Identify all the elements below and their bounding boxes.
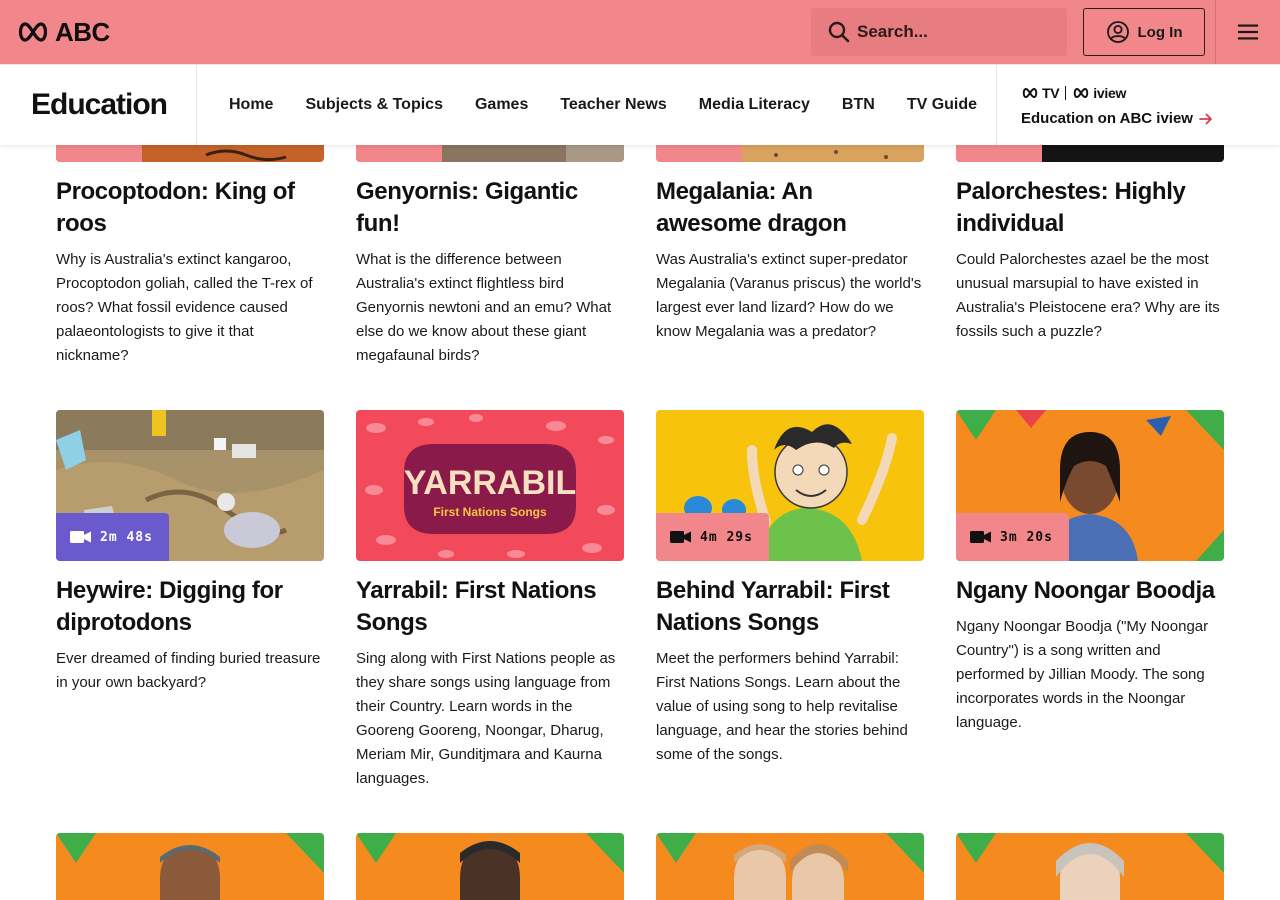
yarrabil-art-title: YARRABIL: [404, 464, 577, 502]
search-input[interactable]: [855, 21, 1059, 43]
log-in-button[interactable]: Log In: [1083, 8, 1205, 56]
card-thumbnail-partial[interactable]: [356, 145, 624, 162]
resource-card: Genyornis: Gigantic fun! What is the dif…: [356, 176, 624, 368]
search-icon: [828, 21, 850, 43]
duration-badge-partial: [56, 145, 142, 162]
resource-card: Procoptodon: King of roos Why is Austral…: [56, 176, 324, 368]
abc-tv-label: TV: [1042, 85, 1060, 101]
user-icon: [1106, 21, 1129, 43]
nav-links: Home Subjects & Topics Games Teacher New…: [213, 65, 993, 145]
menu-button[interactable]: [1232, 20, 1264, 44]
abc-iview-label: iview: [1093, 85, 1127, 101]
abc-wordmark: ABC: [55, 17, 110, 47]
resource-card: YARRABIL First Nations Songs Yarrabil: F…: [356, 410, 624, 791]
card-title[interactable]: Yarrabil: First Nations Songs: [356, 575, 624, 639]
duration-badge-partial: [656, 145, 742, 162]
card-title[interactable]: Behind Yarrabil: First Nations Songs: [656, 575, 924, 639]
nav-link-btn[interactable]: BTN: [826, 95, 891, 115]
card-thumbnail[interactable]: 3m 20s: [956, 410, 1224, 561]
duration-label: 4m 29s: [700, 529, 753, 545]
education-section-nav: Education Home Subjects & Topics Games T…: [0, 64, 1280, 145]
abc-lissajous-icon: [18, 22, 48, 42]
presenter-portrait: [356, 833, 624, 900]
resource-card: 2m 48s Heywire: Digging for diprotodons …: [56, 410, 324, 695]
presenters-portrait: [656, 833, 924, 900]
card-thumbnail-partial[interactable]: [656, 145, 924, 162]
card-description: Why is Australia's extinct kangaroo, Pro…: [56, 251, 313, 364]
nav-link-games[interactable]: Games: [459, 95, 544, 115]
hamburger-menu-icon: [1238, 24, 1258, 40]
video-camera-icon: [70, 531, 91, 543]
nav-link-subjects-topics[interactable]: Subjects & Topics: [289, 95, 459, 115]
card-thumbnail[interactable]: [956, 833, 1224, 900]
card-title[interactable]: Ngany Noongar Boodja: [956, 575, 1224, 607]
search-box[interactable]: [811, 8, 1067, 56]
resource-card: Palorchestes: Highly individual Could Pa…: [956, 176, 1224, 344]
card-thumbnail[interactable]: 2m 48s: [56, 410, 324, 561]
duration-label: 3m 20s: [1000, 529, 1053, 545]
card-thumbnail-partial[interactable]: [56, 145, 324, 162]
nav-link-media-literacy[interactable]: Media Literacy: [683, 95, 826, 115]
card-thumbnail-partial[interactable]: [956, 145, 1224, 162]
nav-link-tv-guide[interactable]: TV Guide: [891, 95, 993, 115]
logo-separator: [1065, 86, 1067, 100]
duration-badge: 4m 29s: [656, 513, 769, 561]
log-in-label: Log In: [1137, 23, 1183, 41]
abc-tv-logo: TV: [1021, 85, 1060, 101]
iview-link-label: Education on ABC iview: [1021, 110, 1193, 127]
nav-link-teacher-news[interactable]: Teacher News: [544, 95, 682, 115]
card-description: Could Palorchestes azael be the most unu…: [956, 251, 1220, 340]
card-description: Ever dreamed of finding buried treasure …: [56, 650, 321, 691]
card-thumbnail[interactable]: 4m 29s: [656, 410, 924, 561]
presenter-portrait: [956, 833, 1224, 900]
duration-badge-partial: [956, 145, 1042, 162]
yarrabil-art-subtitle: First Nations Songs: [433, 505, 547, 519]
iview-promo: TV iview Education on ABC iview: [1021, 84, 1213, 127]
abc-iview-logo: iview: [1072, 85, 1126, 101]
menu-divider: [1215, 0, 1216, 64]
resource-card: Megalania: An awesome dragon Was Austral…: [656, 176, 924, 344]
card-thumbnail[interactable]: [356, 833, 624, 900]
card-description: Ngany Noongar Boodja ("My Noongar Countr…: [956, 618, 1209, 731]
card-thumbnail[interactable]: [656, 833, 924, 900]
card-title[interactable]: Palorchestes: Highly individual: [956, 176, 1224, 240]
iview-logos: TV iview: [1021, 84, 1213, 102]
yarrabil-title-art: YARRABIL First Nations Songs: [356, 410, 624, 561]
abc-logo[interactable]: ABC: [17, 19, 110, 45]
card-title[interactable]: Megalania: An awesome dragon: [656, 176, 924, 240]
abc-lissajous-icon: [1074, 87, 1089, 99]
presenter-portrait: [56, 833, 324, 900]
duration-badge: 3m 20s: [956, 513, 1069, 561]
arrow-right-icon: [1199, 113, 1212, 124]
education-on-iview-link[interactable]: Education on ABC iview: [1021, 110, 1213, 127]
duration-badge: 2m 48s: [56, 513, 169, 561]
resource-card: 3m 20s Ngany Noongar Boodja Ngany Noonga…: [956, 410, 1224, 735]
card-thumbnail[interactable]: YARRABIL First Nations Songs: [356, 410, 624, 561]
card-description: Sing along with First Nations people as …: [356, 650, 616, 787]
card-description: What is the difference between Australia…: [356, 251, 612, 364]
section-title-education[interactable]: Education: [31, 87, 168, 123]
nav-link-home[interactable]: Home: [213, 95, 289, 115]
card-title[interactable]: Procoptodon: King of roos: [56, 176, 324, 240]
card-title[interactable]: Heywire: Digging for diprotodons: [56, 575, 324, 639]
duration-label: 2m 48s: [100, 529, 153, 545]
video-camera-icon: [670, 531, 691, 543]
nav-divider: [996, 65, 997, 145]
nav-divider: [196, 65, 197, 145]
card-description: Was Australia's extinct super-predator M…: [656, 251, 922, 340]
card-title[interactable]: Genyornis: Gigantic fun!: [356, 176, 624, 240]
abc-top-bar: ABC Log In: [0, 0, 1280, 64]
resource-card: 4m 29s Behind Yarrabil: First Nations So…: [656, 410, 924, 767]
abc-lissajous-icon: [1022, 87, 1038, 99]
card-description: Meet the performers behind Yarrabil: Fir…: [656, 650, 908, 763]
card-thumbnail[interactable]: [56, 833, 324, 900]
video-camera-icon: [970, 531, 991, 543]
duration-badge-partial: [356, 145, 442, 162]
